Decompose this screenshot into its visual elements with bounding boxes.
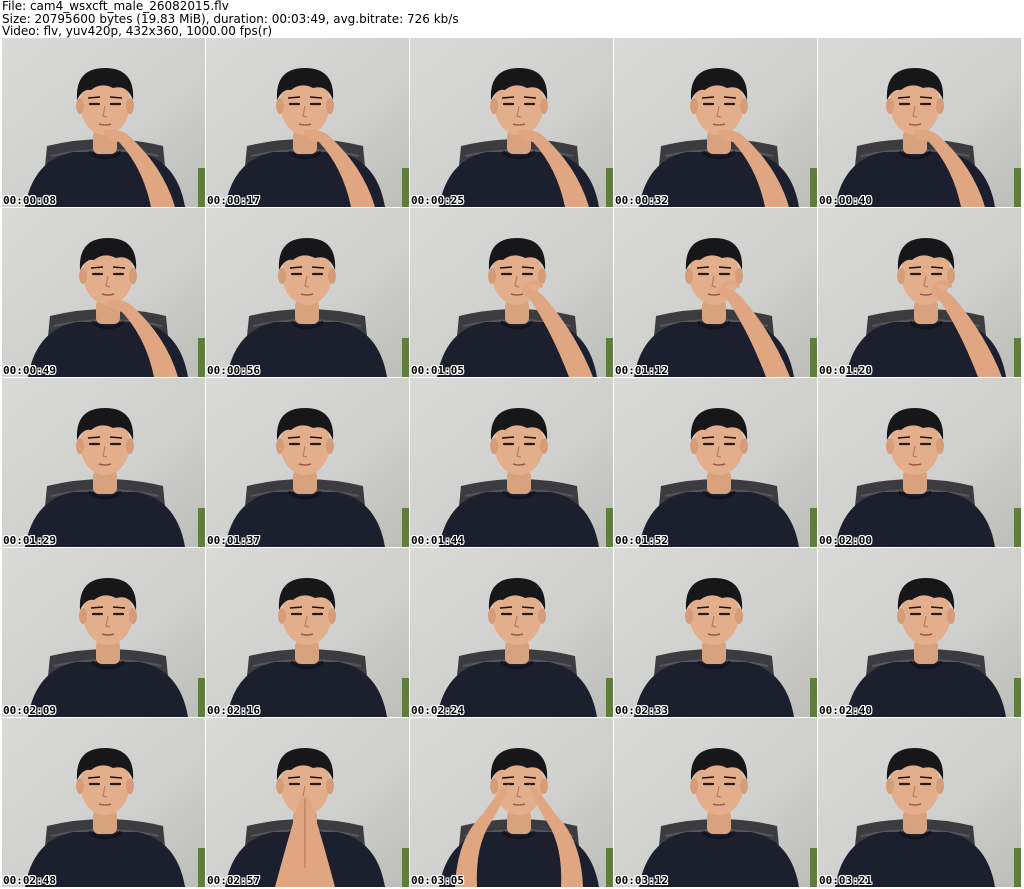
frame-image (410, 38, 613, 207)
frame-image (2, 548, 205, 717)
video-frame-thumbnail: 00:03:05 (410, 718, 613, 887)
file-name-line: File: cam4_wsxcft_male_26082015.flv (2, 0, 229, 13)
frame-image (2, 38, 205, 207)
frame-timestamp: 00:03:21 (819, 874, 872, 887)
video-frame-thumbnail: 00:00:49 (2, 208, 205, 377)
video-frame-thumbnail: 00:02:57 (206, 718, 409, 887)
frame-timestamp: 00:00:49 (3, 364, 56, 377)
video-frame-thumbnail: 00:00:32 (614, 38, 817, 207)
frame-image (410, 718, 613, 887)
frame-timestamp: 00:02:57 (207, 874, 260, 887)
video-frame-thumbnail: 00:00:56 (206, 208, 409, 377)
thumbnail-grid: 00:00:08 00:00:17 00:00:25 00:00:32 00:00:40… (2, 38, 1022, 888)
frame-image (206, 718, 409, 887)
video-frame-thumbnail: 00:02:40 (818, 548, 1021, 717)
video-info-line: Video: flv, yuv420p, 432x360, 1000.00 fp… (2, 24, 273, 38)
video-frame-thumbnail: 00:01:44 (410, 378, 613, 547)
video-frame-thumbnail: 00:01:37 (206, 378, 409, 547)
frame-timestamp: 00:00:56 (207, 364, 260, 377)
frame-image (206, 38, 409, 207)
frame-image (818, 548, 1021, 717)
video-frame-thumbnail: 00:02:33 (614, 548, 817, 717)
video-frame-thumbnail: 00:02:24 (410, 548, 613, 717)
video-frame-thumbnail: 00:01:12 (614, 208, 817, 377)
frame-timestamp: 00:01:52 (615, 534, 668, 547)
frame-timestamp: 00:02:16 (207, 704, 260, 717)
frame-timestamp: 00:00:08 (3, 194, 56, 207)
video-frame-thumbnail: 00:03:12 (614, 718, 817, 887)
video-frame-thumbnail: 00:02:00 (818, 378, 1021, 547)
frame-image (410, 378, 613, 547)
frame-timestamp: 00:03:12 (615, 874, 668, 887)
frame-timestamp: 00:02:00 (819, 534, 872, 547)
video-frame-thumbnail: 00:01:05 (410, 208, 613, 377)
frame-image (818, 208, 1021, 377)
frame-timestamp: 00:02:24 (411, 704, 464, 717)
frame-timestamp: 00:02:33 (615, 704, 668, 717)
frame-image (410, 548, 613, 717)
frame-image (2, 378, 205, 547)
video-frame-thumbnail: 00:00:40 (818, 38, 1021, 207)
frame-image (614, 718, 817, 887)
frame-image (206, 208, 409, 377)
frame-timestamp: 00:01:20 (819, 364, 872, 377)
video-frame-thumbnail: 00:01:29 (2, 378, 205, 547)
frame-image (818, 38, 1021, 207)
frame-image (818, 718, 1021, 887)
frame-timestamp: 00:01:12 (615, 364, 668, 377)
video-frame-thumbnail: 00:03:21 (818, 718, 1021, 887)
frame-image (818, 378, 1021, 547)
frame-timestamp: 00:00:25 (411, 194, 464, 207)
frame-timestamp: 00:01:05 (411, 364, 464, 377)
video-frame-thumbnail: 00:00:08 (2, 38, 205, 207)
frame-timestamp: 00:01:29 (3, 534, 56, 547)
frame-image (410, 208, 613, 377)
frame-timestamp: 00:00:17 (207, 194, 260, 207)
frame-image (206, 548, 409, 717)
video-frame-thumbnail: 00:00:25 (410, 38, 613, 207)
frame-image (614, 208, 817, 377)
video-frame-thumbnail: 00:02:09 (2, 548, 205, 717)
frame-timestamp: 00:02:48 (3, 874, 56, 887)
video-frame-thumbnail: 00:00:17 (206, 38, 409, 207)
frame-image (614, 38, 817, 207)
frame-timestamp: 00:00:32 (615, 194, 668, 207)
file-info-header: File: cam4_wsxcft_male_26082015.flv Size… (2, 0, 1022, 38)
frame-timestamp: 00:01:37 (207, 534, 260, 547)
frame-timestamp: 00:00:40 (819, 194, 872, 207)
video-frame-thumbnail: 00:01:20 (818, 208, 1021, 377)
frame-image (614, 548, 817, 717)
video-frame-thumbnail: 00:01:52 (614, 378, 817, 547)
frame-timestamp: 00:03:05 (411, 874, 464, 887)
frame-timestamp: 00:01:44 (411, 534, 464, 547)
frame-image (2, 208, 205, 377)
video-frame-thumbnail: 00:02:48 (2, 718, 205, 887)
video-frame-thumbnail: 00:02:16 (206, 548, 409, 717)
frame-timestamp: 00:02:40 (819, 704, 872, 717)
frame-image (614, 378, 817, 547)
frame-timestamp: 00:02:09 (3, 704, 56, 717)
frame-image (206, 378, 409, 547)
frame-image (2, 718, 205, 887)
